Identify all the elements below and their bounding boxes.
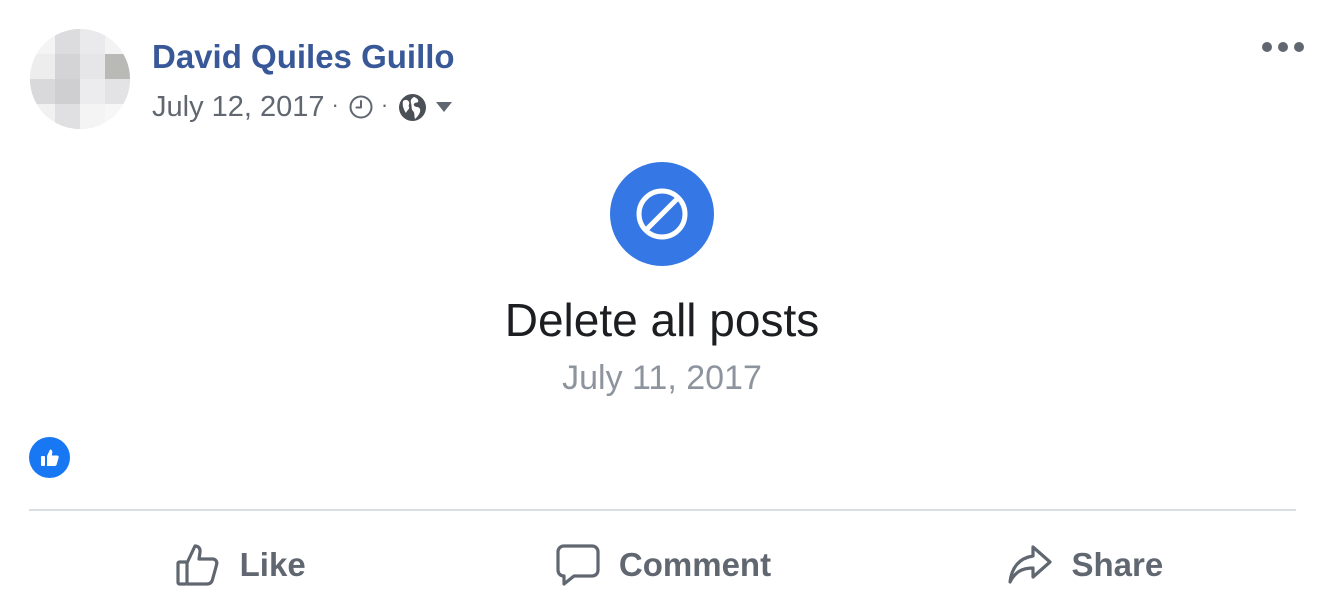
audience-selector[interactable] xyxy=(397,92,453,123)
comment-button[interactable]: Comment xyxy=(451,522,873,608)
blocked-icon xyxy=(610,162,714,266)
post-meta: July 12, 2017 · · xyxy=(152,89,453,125)
like-reaction-icon[interactable] xyxy=(29,437,70,478)
comment-icon xyxy=(554,541,619,589)
author-avatar[interactable] xyxy=(30,29,130,129)
share-button[interactable]: Share xyxy=(874,522,1296,608)
like-label: Like xyxy=(239,546,306,583)
caret-down-icon xyxy=(435,101,453,113)
more-options-icon xyxy=(1261,40,1305,58)
share-icon xyxy=(1006,541,1071,589)
feed-post: David Quiles Guillo July 12, 2017 · · De… xyxy=(0,0,1324,614)
globe-icon xyxy=(397,92,428,123)
share-label: Share xyxy=(1071,546,1164,583)
like-button[interactable]: Like xyxy=(29,522,451,608)
event-date: July 11, 2017 xyxy=(562,359,762,397)
comment-label: Comment xyxy=(618,546,772,583)
life-event: Delete all posts July 11, 2017 xyxy=(0,162,1324,400)
event-title: Delete all posts xyxy=(504,294,820,346)
more-options-button[interactable] xyxy=(1256,34,1310,64)
clock-icon xyxy=(348,94,374,120)
post-date[interactable]: July 12, 2017 xyxy=(152,91,325,124)
post-actions: Like Comment Share xyxy=(29,522,1296,608)
meta-separator: · xyxy=(331,92,339,117)
author-name-link[interactable]: David Quiles Guillo xyxy=(152,38,455,76)
meta-separator: · xyxy=(380,92,389,117)
actions-divider xyxy=(29,509,1296,511)
thumbs-up-icon xyxy=(175,541,240,589)
